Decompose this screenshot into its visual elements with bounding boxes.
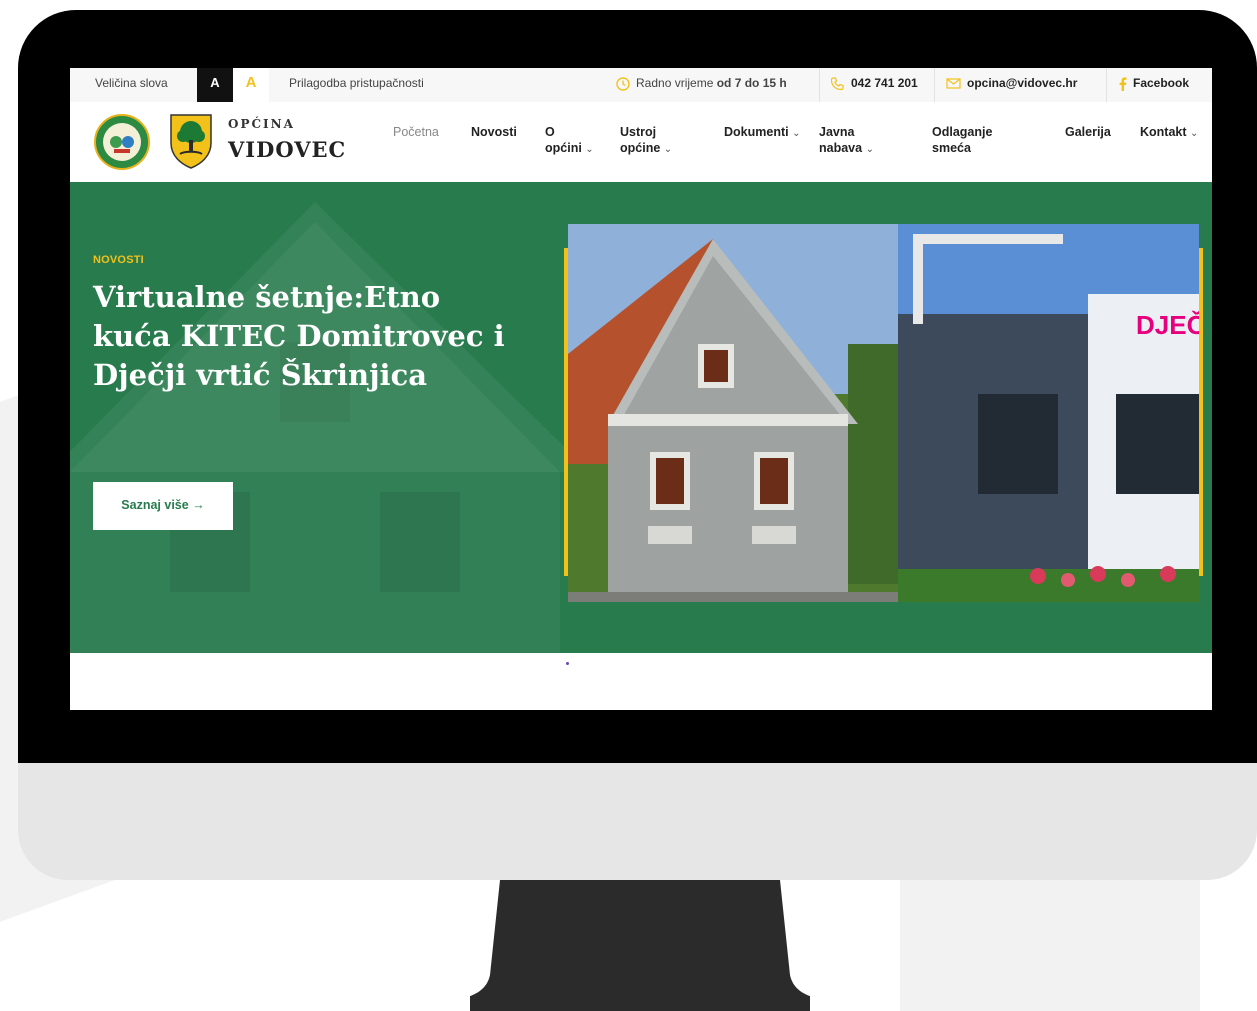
nav-item-pocetna[interactable]: Početna: [393, 124, 439, 140]
nav-item-label: općini: [545, 141, 582, 155]
brand-municipality: OPĆINA: [228, 117, 295, 131]
font-small-button[interactable]: A: [197, 68, 233, 102]
email-link[interactable]: opcina@vidovec.hr: [946, 68, 1077, 102]
phone-number: 042 741 201: [851, 76, 918, 90]
chevron-down-icon: ⌄: [663, 144, 673, 155]
working-hours: Radno vrijeme od 7 do 15 h: [616, 68, 787, 102]
arrow-right-icon: →: [192, 498, 205, 512]
read-more-label: Saznaj više: [121, 498, 189, 512]
round-logo-emblem-icon: [103, 123, 141, 161]
nav-item-javna-nabava[interactable]: Javna nabava ⌄: [819, 124, 874, 158]
nav-item-label: O: [545, 125, 555, 139]
clock-icon: [616, 77, 630, 91]
font-size-label: Veličina slova: [95, 76, 168, 90]
nav-item-odlaganje-smeca[interactable]: Odlaganje smeća: [932, 124, 992, 156]
divider: [819, 68, 820, 102]
facebook-icon: [1119, 77, 1127, 91]
site-header: OPĆINA VIDOVEC Početna Novosti O općini …: [70, 102, 1212, 182]
accessibility-link[interactable]: Prilagodba pristupačnosti: [289, 68, 424, 102]
monitor-frame: Veličina slova A A Prilagodba pristupačn…: [18, 10, 1257, 880]
nav-item-label: Ustroj: [620, 125, 657, 139]
hero-category-tag[interactable]: NOVOSTI: [93, 254, 144, 266]
background-hexagon-right: [900, 860, 1200, 1011]
monitor-bezel: Veličina slova A A Prilagodba pristupačn…: [18, 10, 1257, 763]
nav-item-label: nabava: [819, 141, 863, 155]
vidovec-round-logo[interactable]: [94, 114, 150, 170]
phone-link[interactable]: 042 741 201: [830, 68, 918, 102]
slider-dot[interactable]: [566, 662, 569, 665]
divider: [934, 68, 935, 102]
nav-item-label: smeća: [932, 141, 971, 155]
email-address: opcina@vidovec.hr: [967, 76, 1078, 90]
facebook-link[interactable]: Facebook: [1119, 68, 1189, 102]
hours-label: Radno vrijeme: [636, 76, 714, 90]
accent-bar-right: [1199, 248, 1203, 576]
chevron-down-icon: ⌄: [792, 128, 801, 139]
hours-value: od 7 do 15 h: [716, 76, 787, 90]
mail-icon: [946, 78, 961, 89]
nav-item-dokumenti[interactable]: Dokumenti ⌄: [724, 124, 800, 142]
nav-item-label: Javna: [819, 125, 855, 139]
website-screen: Veličina slova A A Prilagodba pristupačn…: [70, 68, 1212, 710]
hero-slider: NOVOSTI Virtualne šetnje:Etno kuća KITEC…: [70, 182, 1212, 653]
read-more-button[interactable]: Saznaj više →: [93, 482, 233, 530]
content-area: [70, 653, 1212, 710]
utility-bar: Veličina slova A A Prilagodba pristupačn…: [70, 68, 1212, 102]
phone-icon: [830, 77, 844, 90]
nav-item-galerija[interactable]: Galerija: [1065, 124, 1111, 140]
background-house-image: [70, 202, 570, 653]
font-large-button[interactable]: A: [233, 68, 269, 102]
nav-item-o-opcini[interactable]: O općini ⌄: [545, 124, 594, 158]
brand-name[interactable]: VIDOVEC: [228, 137, 346, 162]
facebook-label: Facebook: [1133, 76, 1190, 90]
nav-item-label: Dokumenti: [724, 125, 789, 139]
hero-featured-image[interactable]: DJEČ ŠKR: [568, 224, 1199, 602]
monitor-stand: [470, 880, 810, 1011]
nav-item-kontakt[interactable]: Kontakt ⌄: [1140, 124, 1198, 142]
vidovec-coat-of-arms-icon[interactable]: [168, 112, 214, 170]
nav-item-ustroj-opcine[interactable]: Ustroj općine ⌄: [620, 124, 672, 158]
nav-item-label: općine: [620, 141, 661, 155]
nav-item-novosti[interactable]: Novosti: [471, 124, 517, 140]
chevron-down-icon: ⌄: [585, 144, 594, 155]
chevron-down-icon: ⌄: [1190, 128, 1199, 139]
nav-item-label: Odlaganje: [932, 125, 993, 139]
kindergarten-sign-text: DJEČ ŠKR: [1136, 310, 1199, 340]
hero-title[interactable]: Virtualne šetnje:Etno kuća KITEC Domitro…: [93, 278, 523, 395]
chevron-down-icon: ⌄: [865, 144, 874, 155]
nav-item-label: Kontakt: [1140, 125, 1187, 139]
divider: [1106, 68, 1107, 102]
